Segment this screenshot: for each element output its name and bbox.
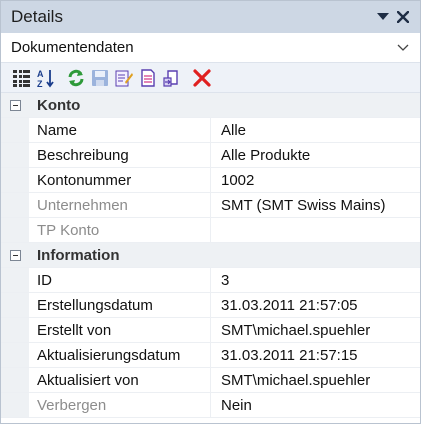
property-row[interactable]: Name Alle: [1, 118, 420, 143]
row-gutter: [1, 318, 29, 342]
property-value[interactable]: Nein: [210, 393, 420, 417]
row-gutter: [1, 393, 29, 417]
close-icon[interactable]: [394, 8, 412, 26]
selector-value: Dokumentendaten: [11, 39, 134, 56]
row-gutter: [1, 368, 29, 392]
property-row[interactable]: Beschreibung Alle Produkte: [1, 143, 420, 168]
property-value[interactable]: 1002: [210, 168, 420, 192]
save-icon[interactable]: [89, 67, 111, 89]
category-gutter: [1, 243, 29, 267]
property-name: Aktualisiert von: [37, 371, 139, 389]
row-gutter: [1, 143, 29, 167]
property-value[interactable]: 3: [210, 268, 420, 292]
row-gutter: [1, 193, 29, 217]
row-gutter: [1, 118, 29, 142]
category-row[interactable]: Information: [1, 243, 420, 268]
property-name: Erstellungsdatum: [37, 296, 153, 314]
row-gutter: [1, 343, 29, 367]
category-gutter: [1, 93, 29, 117]
property-name: Erstellt von: [37, 321, 112, 339]
edit-icon[interactable]: [113, 67, 135, 89]
new-document-icon[interactable]: [137, 67, 159, 89]
title-bar: Details: [1, 1, 420, 33]
copy-document-icon[interactable]: [161, 67, 183, 89]
document-selector[interactable]: Dokumentendaten: [1, 33, 420, 63]
property-row[interactable]: Aktualisierungsdatum 31.03.2011 21:57:15: [1, 343, 420, 368]
property-value[interactable]: SMT\michael.spuehler: [210, 318, 420, 342]
property-name: Verbergen: [37, 396, 107, 414]
details-panel: Details Dokumentendaten A Z Konto Name A…: [0, 0, 421, 424]
property-name: Aktualisierungsdatum: [37, 346, 181, 364]
triangle-down-icon[interactable]: [374, 8, 392, 26]
property-value[interactable]: 31.03.2011 21:57:15: [210, 343, 420, 367]
property-grid: Konto Name Alle Beschreibung Alle Produkte Ko…: [1, 93, 420, 418]
property-row[interactable]: Kontonummer 1002: [1, 168, 420, 193]
property-value[interactable]: SMT (SMT Swiss Mains): [210, 193, 420, 217]
category-label: Konto: [37, 96, 81, 114]
row-gutter: [1, 218, 29, 242]
property-row[interactable]: Unternehmen SMT (SMT Swiss Mains): [1, 193, 420, 218]
row-gutter: [1, 168, 29, 192]
row-gutter: [1, 268, 29, 292]
property-row[interactable]: TP Konto: [1, 218, 420, 243]
property-row[interactable]: Verbergen Nein: [1, 393, 420, 418]
svg-text:A: A: [37, 69, 44, 79]
property-row[interactable]: Erstellungsdatum 31.03.2011 21:57:05: [1, 293, 420, 318]
property-name: Beschreibung: [37, 146, 129, 164]
property-value[interactable]: Alle Produkte: [210, 143, 420, 167]
property-value[interactable]: Alle: [210, 118, 420, 142]
property-name: Name: [37, 121, 78, 139]
property-row[interactable]: Erstellt von SMT\michael.spuehler: [1, 318, 420, 343]
property-value[interactable]: SMT\michael.spuehler: [210, 368, 420, 392]
collapse-icon[interactable]: [9, 99, 21, 111]
category-row[interactable]: Konto: [1, 93, 420, 118]
delete-icon[interactable]: [191, 67, 213, 89]
chevron-down-icon[interactable]: [394, 39, 412, 57]
property-value[interactable]: 31.03.2011 21:57:05: [210, 293, 420, 317]
property-value[interactable]: [210, 218, 420, 242]
svg-text:Z: Z: [37, 79, 43, 88]
property-name: Kontonummer: [37, 171, 132, 189]
toolbar: A Z: [1, 63, 420, 93]
collapse-icon[interactable]: [9, 249, 21, 261]
property-name: TP Konto: [37, 221, 100, 239]
category-label: Information: [37, 246, 120, 264]
sort-alphabetical-icon[interactable]: A Z: [35, 67, 57, 89]
property-row[interactable]: ID 3: [1, 268, 420, 293]
property-row[interactable]: Aktualisiert von SMT\michael.spuehler: [1, 368, 420, 393]
categorized-view-icon[interactable]: [11, 67, 33, 89]
property-name: ID: [37, 271, 52, 289]
panel-title: Details: [11, 7, 63, 26]
property-name: Unternehmen: [37, 196, 128, 214]
row-gutter: [1, 293, 29, 317]
refresh-icon[interactable]: [65, 67, 87, 89]
